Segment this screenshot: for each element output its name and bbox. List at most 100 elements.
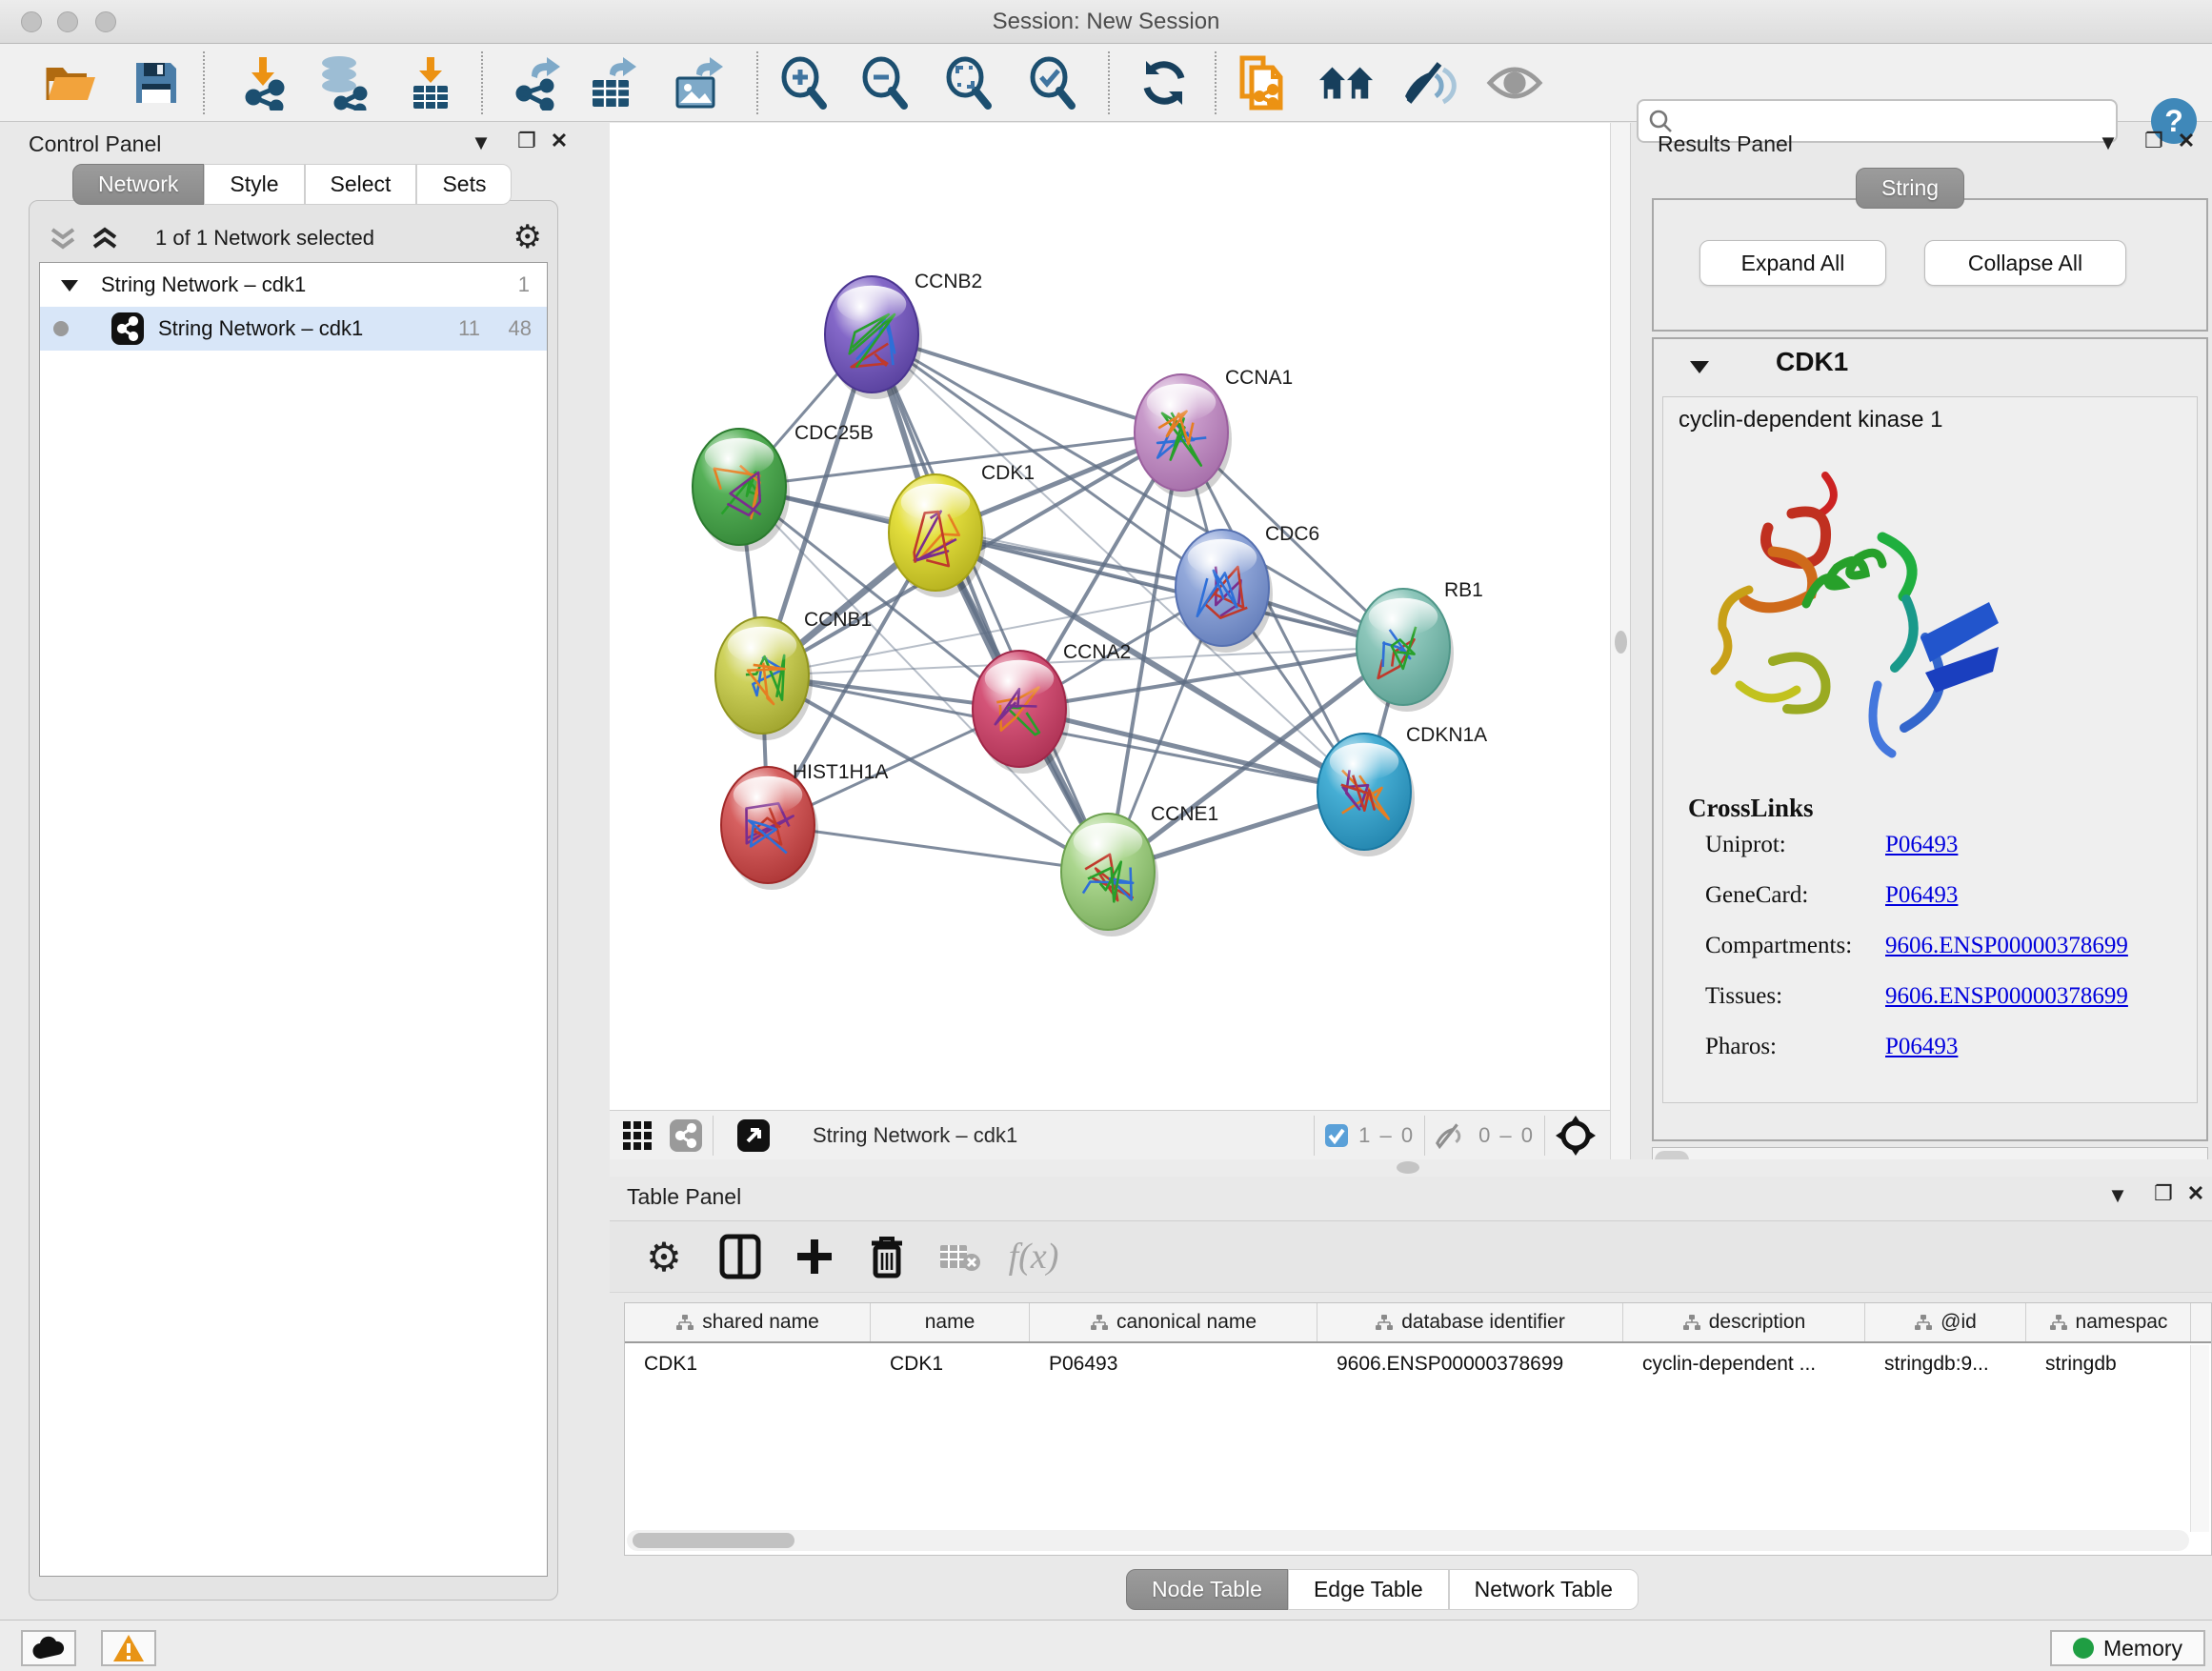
refresh-view-icon[interactable]: [1136, 54, 1193, 111]
node-label-RB1: RB1: [1444, 579, 1483, 601]
results-panel-float-icon[interactable]: ❐: [2138, 129, 2170, 153]
splitter-handle[interactable]: [1615, 631, 1627, 654]
export-image-icon[interactable]: [671, 54, 728, 111]
tab-network-table[interactable]: Network Table: [1449, 1569, 1639, 1610]
import-table-file-icon[interactable]: [402, 54, 459, 111]
network-canvas[interactable]: CCNB2CCNA1CDC25BCDK1CDC6RB1CCNB1CCNA2CDK…: [610, 123, 1610, 1108]
zoom-out-icon[interactable]: [856, 54, 914, 111]
function-builder-icon[interactable]: f(x): [1006, 1229, 1061, 1284]
table-row[interactable]: CDK1CDK1P064939606.ENSP00000378699cyclin…: [625, 1345, 2211, 1383]
tab-network[interactable]: Network: [72, 164, 204, 205]
column-header-database-identifier[interactable]: database identifier: [1317, 1303, 1623, 1341]
crosslink-link[interactable]: P06493: [1885, 882, 1958, 909]
add-column-icon[interactable]: [787, 1229, 842, 1284]
table-cell[interactable]: stringdb:9...: [1865, 1345, 2026, 1383]
results-panel-close-icon[interactable]: ✕: [2170, 129, 2202, 153]
table-panel-close-icon[interactable]: ✕: [2180, 1181, 2212, 1206]
splitter-handle[interactable]: [1397, 1161, 1419, 1174]
control-panel-collapse-icon[interactable]: ▼: [465, 131, 497, 155]
warnings-button[interactable]: [101, 1630, 156, 1666]
table-horizontal-scrollbar[interactable]: [627, 1530, 2189, 1551]
tab-edge-table[interactable]: Edge Table: [1288, 1569, 1449, 1610]
birds-eye-toggle-icon[interactable]: [1555, 1115, 1597, 1157]
import-network-file-icon[interactable]: [236, 54, 293, 111]
table-cell[interactable]: cyclin-dependent ...: [1623, 1345, 1865, 1383]
column-header-name[interactable]: name: [871, 1303, 1030, 1341]
column-header-canonical-name[interactable]: canonical name: [1030, 1303, 1317, 1341]
hide-selected-icon[interactable]: [1400, 54, 1458, 111]
column-header-description[interactable]: description: [1623, 1303, 1865, 1341]
first-neighbors-icon[interactable]: [1317, 54, 1375, 111]
table-panel-collapse-icon[interactable]: ▼: [2101, 1183, 2134, 1208]
network-row[interactable]: String Network – cdk1 11 48: [40, 307, 547, 351]
scrollbar-thumb[interactable]: [633, 1533, 794, 1548]
table-cell[interactable]: P06493: [1030, 1345, 1317, 1383]
show-all-icon[interactable]: [1486, 54, 1543, 111]
node-gloss: [1074, 823, 1143, 860]
crosslink-link[interactable]: 9606.ENSP00000378699: [1885, 933, 2128, 959]
memory-button[interactable]: Memory: [2050, 1630, 2205, 1666]
status-bar: Memory: [0, 1620, 2212, 1671]
open-session-icon[interactable]: [42, 54, 99, 111]
column-header-label: @id: [1941, 1311, 1977, 1334]
tree-expander-icon[interactable]: [59, 276, 80, 293]
detach-view-icon[interactable]: [736, 1118, 771, 1153]
footer-separator: [1424, 1116, 1425, 1156]
column-header-namespac[interactable]: namespac: [2026, 1303, 2191, 1341]
hidden-eye-icon[interactable]: [1435, 1122, 1469, 1149]
gene-expander-icon[interactable]: [1688, 358, 1711, 375]
column-header-label: canonical name: [1116, 1311, 1257, 1334]
expand-all-button[interactable]: Expand All: [1699, 240, 1886, 286]
zoom-selected-icon[interactable]: [1024, 54, 1081, 111]
grid-view-icon[interactable]: [621, 1119, 654, 1152]
cloud-status-button[interactable]: [21, 1630, 76, 1666]
crosslink-link[interactable]: P06493: [1885, 1034, 1958, 1060]
network-options-gear-icon[interactable]: ⚙: [513, 218, 542, 256]
crosslink-row: Tissues:9606.ENSP00000378699: [1663, 983, 2197, 1034]
export-table-icon[interactable]: [585, 54, 642, 111]
horizontal-splitter[interactable]: [610, 1159, 2212, 1177]
network-from-clipboard-icon[interactable]: [1235, 54, 1292, 111]
crosslink-link[interactable]: P06493: [1885, 832, 1958, 858]
table-panel-float-icon[interactable]: ❐: [2147, 1181, 2180, 1206]
zoom-in-icon[interactable]: [775, 54, 833, 111]
collapse-all-button[interactable]: Collapse All: [1924, 240, 2126, 286]
show-columns-icon[interactable]: [713, 1229, 768, 1284]
control-panel-close-icon[interactable]: ✕: [543, 129, 575, 153]
table-cell[interactable]: 9606.ENSP00000378699: [1317, 1345, 1623, 1383]
tab-style[interactable]: Style: [204, 164, 304, 205]
gene-name: CDK1: [1776, 347, 1848, 377]
network-collection-row[interactable]: String Network – cdk1 1: [40, 263, 547, 307]
table-cell[interactable]: CDK1: [625, 1345, 871, 1383]
table-vertical-scrollbar[interactable]: [2190, 1345, 2209, 1532]
tab-node-table[interactable]: Node Table: [1126, 1569, 1288, 1610]
table-cell[interactable]: stringdb: [2026, 1345, 2191, 1383]
column-header-@id[interactable]: @id: [1865, 1303, 2026, 1341]
table-cell[interactable]: CDK1: [871, 1345, 1030, 1383]
save-session-icon[interactable]: [128, 54, 185, 111]
network-edge: [1019, 709, 1364, 792]
column-header-shared-name[interactable]: shared name: [625, 1303, 871, 1341]
delete-table-icon[interactable]: [932, 1229, 987, 1284]
shared-column-icon: [1090, 1315, 1109, 1331]
delete-column-icon[interactable]: [859, 1229, 915, 1284]
crosslink-link[interactable]: 9606.ENSP00000378699: [1885, 983, 2128, 1010]
control-panel-float-icon[interactable]: ❐: [511, 129, 543, 153]
node-gloss: [705, 438, 774, 475]
tab-sets[interactable]: Sets: [416, 164, 512, 205]
main-toolbar: ?: [0, 44, 2212, 122]
export-network-icon[interactable]: [509, 54, 566, 111]
selected-checkbox-icon[interactable]: [1324, 1123, 1349, 1148]
tab-string[interactable]: String: [1856, 168, 1964, 209]
network-view-title: String Network – cdk1: [813, 1123, 1017, 1148]
network-share-icon[interactable]: [669, 1118, 703, 1153]
import-network-database-icon[interactable]: [314, 54, 372, 111]
node-table: shared namename canonical name database id…: [624, 1302, 2212, 1556]
vertical-splitter[interactable]: [1610, 123, 1631, 1159]
gene-details: cyclin-dependent kinase 1: [1662, 396, 2198, 1103]
tab-select[interactable]: Select: [305, 164, 417, 205]
zoom-fit-icon[interactable]: [940, 54, 997, 111]
node-label-CCNA1: CCNA1: [1225, 367, 1293, 389]
results-panel-collapse-icon[interactable]: ▼: [2092, 131, 2124, 155]
table-settings-gear-icon[interactable]: ⚙: [636, 1229, 692, 1284]
